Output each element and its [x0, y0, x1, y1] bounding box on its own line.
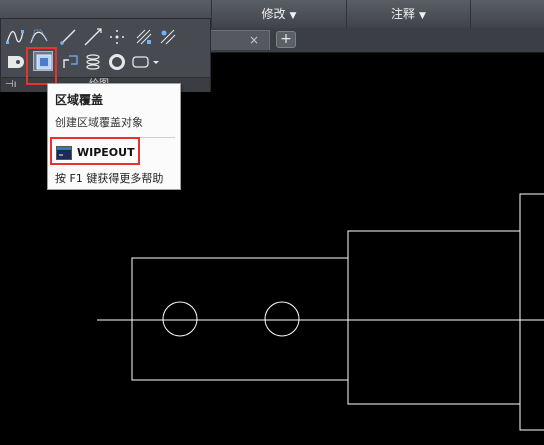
chevron-down-icon: ▼ [289, 11, 297, 21]
donut-tool[interactable] [107, 52, 127, 72]
ribbon-panel-annotate-label: 注释 [391, 7, 416, 21]
spline-fit-icon [6, 30, 24, 44]
revision-cloud-icon [63, 55, 78, 68]
boundary-icon [132, 56, 159, 68]
middle-block [347, 230, 521, 405]
region-tool[interactable] [5, 52, 25, 72]
hatch-icon [136, 29, 152, 45]
point-icon [110, 30, 124, 44]
tooltip-command-name: WIPEOUT [77, 146, 135, 159]
ray-icon [60, 29, 76, 45]
tooltip-divider [53, 137, 175, 138]
tooltip-help-text: 按 F1 键获得更多帮助 [55, 172, 164, 185]
ray-tool[interactable] [58, 27, 78, 47]
wipeout-icon [36, 54, 52, 70]
helix-tool[interactable] [83, 52, 103, 72]
chevron-down-icon: ▼ [419, 11, 426, 21]
spline-cv-tool[interactable] [29, 27, 49, 47]
revision-cloud-tool[interactable] [60, 52, 80, 72]
hole-right [264, 301, 300, 337]
spline-cv-icon [30, 29, 48, 44]
ribbon-panel-modify-label: 修改 [261, 7, 286, 21]
construction-line-icon [84, 28, 102, 46]
gradient-tool[interactable] [158, 27, 178, 47]
wipeout-tool[interactable] [33, 51, 53, 71]
right-block [519, 193, 544, 431]
ribbon-panel-annotate[interactable]: 注释 ▼ [346, 0, 470, 28]
ribbon-panel-empty [470, 0, 544, 28]
point-tool[interactable] [107, 27, 127, 47]
ribbon-panel-modify[interactable]: 修改 ▼ [211, 0, 346, 28]
hatch-tool[interactable] [134, 27, 154, 47]
left-block [131, 257, 349, 381]
construction-line-tool[interactable] [83, 27, 103, 47]
region-icon [8, 56, 24, 68]
draw-panel: ⊣ı 绘图 [0, 18, 211, 92]
pin-icon[interactable]: ⊣ı [5, 78, 17, 92]
spline-fit-tool[interactable] [5, 27, 25, 47]
gradient-icon [160, 29, 176, 45]
new-tab-button[interactable]: + [276, 31, 296, 48]
boundary-tool[interactable] [131, 52, 161, 72]
close-tab-icon[interactable]: × [246, 32, 262, 48]
tooltip-description: 创建区域覆盖对象 [55, 116, 143, 129]
tooltip-title: 区域覆盖 [55, 93, 104, 107]
donut-icon [109, 54, 125, 70]
command-line-icon [56, 146, 72, 160]
hole-left [162, 301, 198, 337]
tooltip: 区域覆盖 创建区域覆盖对象 WIPEOUT 按 F1 键获得更多帮助 [47, 83, 181, 190]
helix-icon [86, 54, 100, 70]
